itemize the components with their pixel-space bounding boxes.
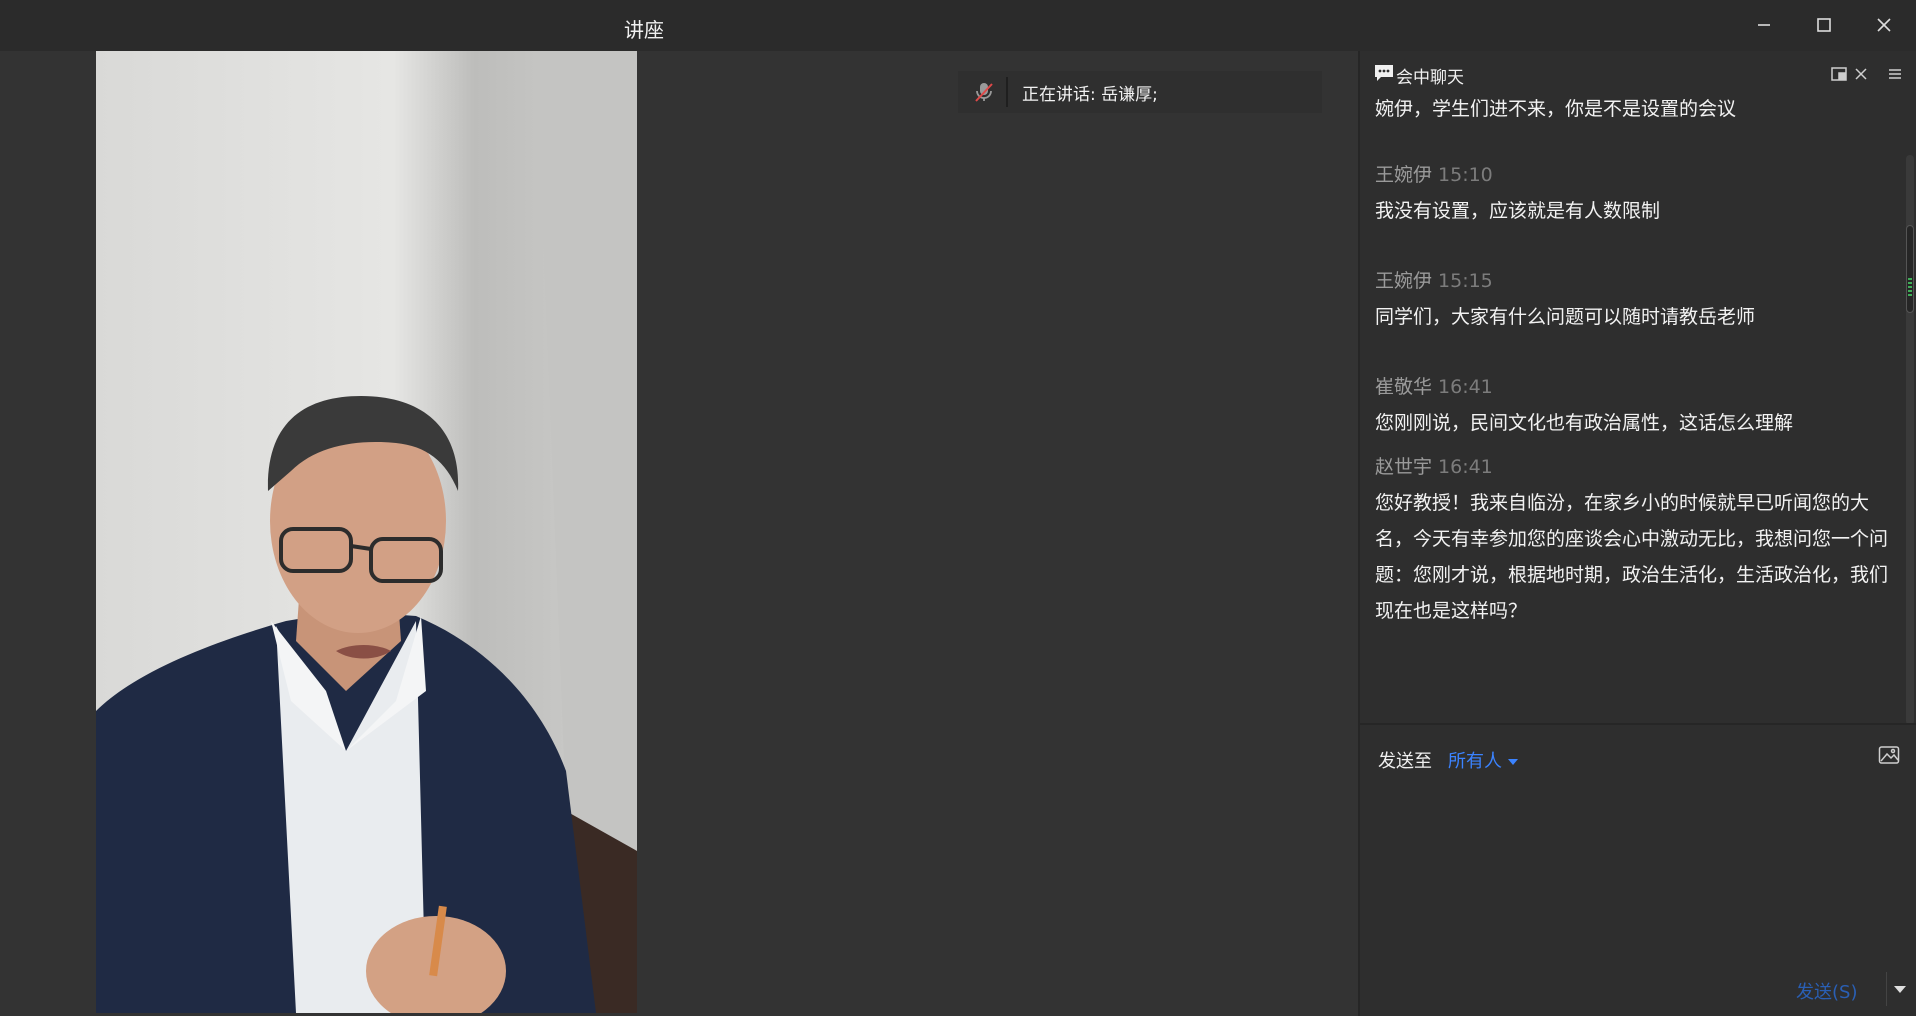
message-text: 同学们，大家有什么问题可以随时请教岳老师 xyxy=(1375,306,1756,328)
chat-messages[interactable]: 婉伊，学生们进不来，你是不是设置的会议 王婉伊 15:10 我没有设置，应该就是有… xyxy=(1375,91,1895,767)
close-button[interactable] xyxy=(1864,10,1904,40)
message-time: 16:41 xyxy=(1438,376,1493,398)
chat-message: 赵世宇 16:41 您好教授！我来自临汾，在家乡小的时候就早已听闻您的大名，今天有… xyxy=(1375,449,1895,629)
message-text: 您刚刚说，民间文化也有政治属性，这话怎么理解 xyxy=(1375,412,1794,434)
minimize-button[interactable] xyxy=(1744,10,1784,40)
active-speaker-label: 正在讲话: 岳谦厚; xyxy=(1022,84,1158,105)
message-meta: 王婉伊 15:10 xyxy=(1375,157,1895,193)
video-stage: 正在讲话: 岳谦厚; xyxy=(0,51,1358,1016)
maximize-button[interactable] xyxy=(1804,10,1844,40)
message-text: 您好教授！我来自临汾，在家乡小的时候就早已听闻您的大名，今天有幸参加您的座谈会心… xyxy=(1375,492,1889,622)
message-sender: 赵世宇 xyxy=(1375,456,1433,478)
recipient-value: 所有人 xyxy=(1448,751,1502,772)
chat-menu-button[interactable] xyxy=(1884,63,1906,85)
send-button[interactable]: 发送(S) xyxy=(1796,978,1857,1004)
chat-panel: 会中聊天 婉伊，学生们进不来，你是不是设置的会议 王婉伊 15:10 我没有设置，… xyxy=(1358,51,1916,1016)
maximize-icon xyxy=(1817,18,1831,32)
message-meta: 赵世宇 16:41 xyxy=(1375,449,1895,485)
chat-title: 会中聊天 xyxy=(1396,68,1464,88)
image-icon xyxy=(1878,746,1900,764)
close-icon xyxy=(1855,68,1867,80)
menu-icon xyxy=(1889,69,1901,79)
message-meta: 王婉伊 15:15 xyxy=(1375,263,1895,299)
chat-message: 王婉伊 15:10 我没有设置，应该就是有人数限制 xyxy=(1375,157,1895,229)
message-time: 15:15 xyxy=(1438,270,1493,292)
close-chat-button[interactable] xyxy=(1850,63,1872,85)
popout-icon xyxy=(1831,67,1847,81)
chat-bubble-icon xyxy=(1375,65,1393,81)
close-icon xyxy=(1877,18,1891,32)
active-speaker-indicator: 正在讲话: 岳谦厚; xyxy=(958,71,1322,113)
caret-down-icon xyxy=(1508,759,1518,765)
chat-scroll-thumb[interactable] xyxy=(1906,225,1914,313)
chat-message: 王婉伊 15:15 同学们，大家有什么问题可以随时请教岳老师 xyxy=(1375,263,1895,335)
speaker-video-frame xyxy=(96,51,637,1013)
popout-chat-button[interactable] xyxy=(1828,63,1850,85)
recipient-selector[interactable]: 所有人 xyxy=(1448,747,1518,773)
divider xyxy=(1006,77,1008,107)
chat-input-area[interactable]: 发送至 所有人 发送(S) xyxy=(1360,723,1916,1016)
chat-message: 婉伊，学生们进不来，你是不是设置的会议 xyxy=(1375,91,1895,127)
message-text: 婉伊，学生们进不来，你是不是设置的会议 xyxy=(1375,98,1737,120)
divider xyxy=(1886,972,1887,1006)
message-sender: 崔敬华 xyxy=(1375,376,1433,398)
message-time: 16:41 xyxy=(1438,456,1493,478)
speaker-video[interactable] xyxy=(96,51,637,1013)
minimize-icon xyxy=(1758,24,1770,26)
mic-muted-icon xyxy=(966,74,1002,110)
window-title: 讲座 xyxy=(624,18,664,42)
send-options-caret-icon[interactable] xyxy=(1894,986,1906,993)
send-image-button[interactable] xyxy=(1878,745,1900,769)
send-to-label: 发送至 xyxy=(1378,751,1432,772)
message-sender: 王婉伊 xyxy=(1375,270,1433,292)
message-meta: 崔敬华 16:41 xyxy=(1375,369,1895,405)
message-sender: 王婉伊 xyxy=(1375,164,1433,186)
title-bar: 讲座 xyxy=(0,0,1916,51)
message-text: 我没有设置，应该就是有人数限制 xyxy=(1375,200,1661,222)
chat-scrollbar[interactable] xyxy=(1906,155,1914,725)
message-time: 15:10 xyxy=(1438,164,1493,186)
chat-message: 崔敬华 16:41 您刚刚说，民间文化也有政治属性，这话怎么理解 xyxy=(1375,369,1895,441)
